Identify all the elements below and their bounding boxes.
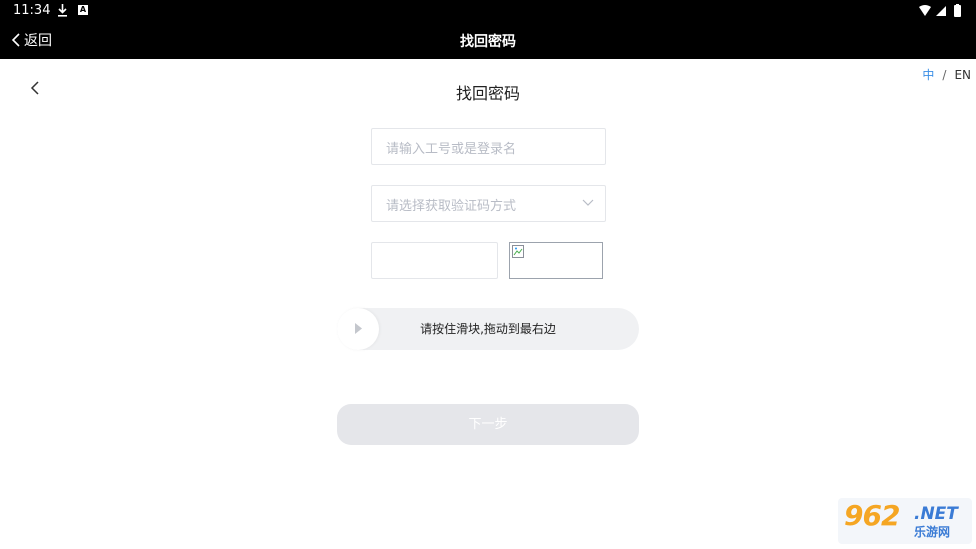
page-title: 找回密码 [455,84,520,103]
verification-method-select[interactable]: 请选择获取验证码方式 [371,185,606,222]
chevron-down-icon [582,199,594,206]
watermark-number: 962 [844,499,900,532]
broken-image-icon [512,245,524,258]
captcha-image[interactable] [509,242,603,279]
notification-a-icon: A [78,5,88,15]
download-icon [58,4,67,17]
next-step-button[interactable]: 下一步 [337,404,639,445]
slider-handle[interactable] [337,308,379,350]
language-zh[interactable]: 中 [922,68,934,82]
username-input[interactable]: 请输入工号或是登录名 [371,128,606,165]
drag-slider[interactable]: 请按住滑块,拖动到最右边 [337,308,639,350]
method-placeholder: 请选择获取验证码方式 [386,199,517,214]
watermark-net: .NET [914,504,958,524]
wifi-signal-battery-icon [919,4,961,17]
status-bar: 11:34 A [0,0,976,22]
app-bar: 返回 找回密码 [0,22,976,59]
language-en[interactable]: EN [954,68,971,82]
app-bar-title: 找回密码 [460,34,516,50]
watermark-cn: 乐游网 [914,525,951,539]
verification-code-input[interactable] [371,242,498,279]
play-arrow-icon [355,323,362,334]
status-time: 11:34 [13,3,51,18]
watermark-logo: 962 .NET 乐游网 [838,498,972,544]
slider-label: 请按住滑块,拖动到最右边 [420,322,556,336]
username-placeholder: 请输入工号或是登录名 [386,142,517,157]
language-separator: / [942,68,947,82]
language-switcher: 中 / EN [922,66,971,83]
